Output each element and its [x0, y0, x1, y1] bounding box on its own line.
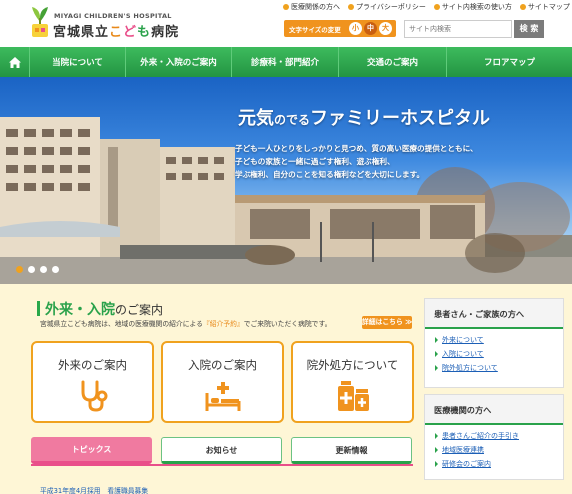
site-header: MIYAGI CHILDREN'S HOSPITAL 宮城県立こども病院 医療関…	[0, 0, 572, 46]
utility-link-sitemap[interactable]: サイトマップ	[519, 2, 570, 12]
chevron-right-icon	[435, 365, 438, 371]
nav-item-floor-map[interactable]: フロアマップ	[447, 47, 572, 77]
tab-underline	[31, 464, 413, 466]
sidebar-link-regional-cooperation[interactable]: 地域医療連携	[435, 443, 563, 457]
slide-dot-3[interactable]	[40, 266, 47, 273]
sidebar-link-training[interactable]: 研修会のご案内	[435, 457, 563, 471]
sidebar-institutions-list: 患者さんご紹介の手引き 地域医療連携 研修会のご案内	[425, 425, 563, 475]
chevron-right-icon	[435, 351, 438, 357]
slide-dot-4[interactable]	[52, 266, 59, 273]
hero-title: 元気のでるファミリーホスピタル	[238, 104, 490, 130]
card-outpatient[interactable]: 外来のご案内	[31, 341, 154, 423]
logo-ja-post: 病院	[151, 25, 180, 40]
sidebar-link-label: 研修会のご案内	[442, 460, 491, 468]
slide-dot-2[interactable]	[28, 266, 35, 273]
sidebar-link-label: 患者さんご紹介の手引き	[442, 432, 519, 440]
logo-ja-acc3: も	[137, 25, 152, 40]
utility-link-label: 医療関係の方へ	[291, 3, 340, 11]
hero-title-part: のでる	[274, 113, 311, 127]
logo-sprout-icon[interactable]	[30, 4, 50, 38]
search-input[interactable]	[404, 20, 512, 38]
section-description: 宮城県立こども病院は、地域の医療機関の紹介による『紹介予約』でご来院いただく病院…	[40, 318, 331, 328]
nav-item-outpatient-inpatient[interactable]: 外来・入院のご案内	[126, 47, 232, 77]
hero-text-line: 子ども一人ひとりをしっかりと見つめ、質の高い医療の提供とともに、	[235, 144, 478, 153]
logo-english: MIYAGI CHILDREN'S HOSPITAL	[54, 12, 172, 20]
sidebar-institutions-header: 医療機関の方へ	[425, 395, 563, 425]
sidebar-patients-header: 患者さん・ご家族の方へ	[425, 299, 563, 329]
section-desc-highlight: 『紹介予約』	[202, 320, 244, 328]
bullet-icon	[519, 4, 526, 10]
logo-ja-pre: 宮城県立	[53, 25, 110, 40]
news-item-link[interactable]: 平成31年度4月採用 看護職員募集	[40, 485, 148, 494]
logo-japanese[interactable]: 宮城県立こども病院	[53, 21, 179, 40]
utility-link-search-help[interactable]: サイト内検索の使い方	[433, 2, 512, 12]
card-prescription[interactable]: 院外処方について	[291, 341, 414, 423]
details-button[interactable]: 詳細はこちら ≫	[362, 316, 412, 329]
utility-link-privacy[interactable]: プライバシーポリシー	[348, 2, 426, 12]
nav-item-departments[interactable]: 診療科・部門紹介	[232, 47, 339, 77]
logo-ja-acc2: ど	[123, 25, 138, 40]
bullet-icon	[348, 4, 354, 10]
bullet-icon	[433, 4, 440, 10]
sidebar-patients-list: 外来について 入院について 院外処方について	[425, 329, 563, 379]
card-label: 院外処方について	[306, 358, 399, 372]
stethoscope-icon	[81, 380, 107, 412]
medicine-icon	[337, 381, 369, 411]
chevron-right-icon	[435, 447, 438, 453]
sidebar-link-label: 院外処方について	[442, 364, 498, 372]
hero-slideshow: 元気のでるファミリーホスピタル 子ども一人ひとりをしっかりと見つめ、質の高い医療…	[0, 77, 572, 284]
section-heading-tail: のご案内	[115, 303, 164, 317]
chevron-right-icon	[435, 337, 438, 343]
card-label: 外来のご案内	[58, 358, 127, 372]
font-size-large-button[interactable]: 大	[379, 22, 392, 35]
slide-dot-1[interactable]	[16, 266, 23, 273]
utility-links: 医療関係の方へ プライバシーポリシー サイト内検索の使い方 サイトマップ	[283, 2, 570, 12]
utility-link-label: サイト内検索の使い方	[441, 3, 512, 11]
tab-updates[interactable]: 更新情報	[291, 437, 412, 464]
tab-topics[interactable]: トピックス	[31, 437, 152, 464]
hero-title-part: ファミリーホスピタル	[310, 108, 491, 129]
utility-link-label: プライバシーポリシー	[356, 3, 426, 11]
sidebar-link-label: 入院について	[442, 350, 484, 358]
logo-ja-acc1: こ	[109, 25, 124, 40]
tab-news[interactable]: お知らせ	[161, 437, 282, 464]
font-size-label: 文字サイズの変更	[289, 25, 341, 34]
sidebar-link-label: 外来について	[442, 336, 484, 344]
section-desc-a: 宮城県立こども病院は、地域の医療機関の紹介による	[40, 320, 203, 328]
hero-text-line: 子どもの家族と一緒に過ごす権利、遊ぶ権利、	[235, 157, 395, 166]
section-heading: 外来・入院のご案内	[37, 299, 163, 319]
sidebar-link-outpatient[interactable]: 外来について	[435, 333, 563, 347]
hospital-bed-icon	[205, 382, 240, 411]
sidebar-link-prescription[interactable]: 院外処方について	[435, 361, 563, 375]
search-button[interactable]: 検 索	[514, 20, 544, 38]
chevron-right-icon	[435, 433, 438, 439]
heading-bar	[37, 301, 40, 316]
sidebar-link-inpatient[interactable]: 入院について	[435, 347, 563, 361]
bullet-icon	[283, 4, 289, 10]
nav-item-about[interactable]: 当院について	[30, 47, 126, 77]
section-heading-accent: 外来・入院	[45, 302, 115, 318]
sidebar-link-referral-guide[interactable]: 患者さんご紹介の手引き	[435, 429, 563, 443]
section-desc-c: でご来院いただく病院です。	[243, 320, 332, 328]
card-inpatient[interactable]: 入院のご案内	[161, 341, 284, 423]
utility-link-label: サイトマップ	[527, 3, 570, 11]
nav-item-access[interactable]: 交通のご案内	[339, 47, 447, 77]
sidebar-link-label: 地域医療連携	[442, 446, 484, 454]
utility-link-medical[interactable]: 医療関係の方へ	[283, 2, 340, 12]
font-size-control: 文字サイズの変更 小 中 大	[284, 20, 396, 37]
sidebar-institutions: 医療機関の方へ 患者さんご紹介の手引き 地域医療連携 研修会のご案内	[424, 394, 564, 480]
card-label: 入院のご案内	[188, 358, 257, 372]
hero-text-line: 学ぶ権利、自分のことを知る権利などを大切にします。	[235, 170, 425, 179]
hero-title-part: 元気	[238, 108, 274, 129]
font-size-small-button[interactable]: 小	[349, 22, 362, 35]
font-size-medium-button[interactable]: 中	[364, 22, 377, 35]
home-icon	[8, 56, 21, 68]
chevron-right-icon	[435, 461, 438, 467]
nav-home[interactable]	[0, 47, 30, 77]
sidebar-patients: 患者さん・ご家族の方へ 外来について 入院について 院外処方について	[424, 298, 564, 388]
global-nav: 当院について 外来・入院のご案内 診療科・部門紹介 交通のご案内 フロアマップ	[0, 47, 572, 77]
